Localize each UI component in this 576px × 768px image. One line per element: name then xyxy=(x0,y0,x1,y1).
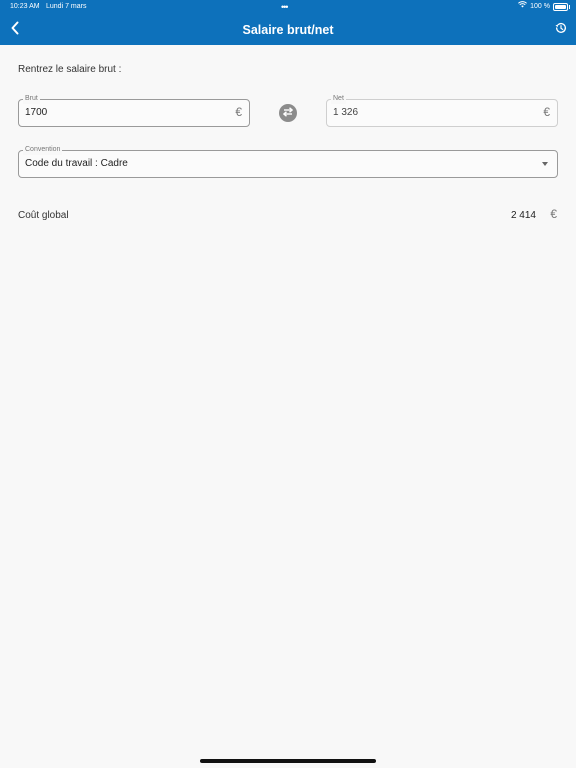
status-time: 10:23 AM xyxy=(10,3,40,10)
global-cost-label: Coût global xyxy=(18,210,69,221)
multitasking-dots[interactable]: ••• xyxy=(281,0,289,14)
status-bar: 10:23 AM Lundi 7 mars ••• 100 % xyxy=(0,0,576,14)
global-cost-value: 2 414 xyxy=(510,210,536,221)
history-button[interactable] xyxy=(552,21,570,39)
page-title: Salaire brut/net xyxy=(242,23,334,37)
status-right: 100 % xyxy=(518,0,570,14)
convention-value: Code du travail : Cadre xyxy=(25,158,128,169)
swap-arrows-icon xyxy=(282,104,294,122)
euro-icon: € xyxy=(543,105,550,119)
net-label: Net xyxy=(331,94,346,104)
brut-field[interactable]: Brut 1700 € xyxy=(18,94,250,127)
wifi-icon xyxy=(518,0,528,14)
status-date: Lundi 7 mars xyxy=(46,3,87,10)
euro-icon: € xyxy=(550,207,557,221)
history-icon xyxy=(554,21,568,40)
net-value[interactable]: 1 326 xyxy=(333,107,358,118)
swap-button[interactable] xyxy=(279,104,297,122)
app-header: 10:23 AM Lundi 7 mars ••• 100 % Salaire … xyxy=(0,0,576,45)
battery-icon xyxy=(553,3,570,11)
euro-icon: € xyxy=(235,105,242,119)
home-indicator[interactable] xyxy=(200,759,376,763)
convention-select[interactable]: Convention Code du travail : Cadre xyxy=(18,145,558,178)
brut-prompt: Rentrez le salaire brut : xyxy=(18,64,122,75)
battery-percentage: 100 % xyxy=(530,3,550,10)
caret-down-icon xyxy=(542,162,548,166)
convention-label: Convention xyxy=(23,145,63,155)
brut-label: Brut xyxy=(23,94,40,104)
net-field[interactable]: Net 1 326 € xyxy=(326,94,558,127)
brut-value[interactable]: 1700 xyxy=(25,107,47,118)
